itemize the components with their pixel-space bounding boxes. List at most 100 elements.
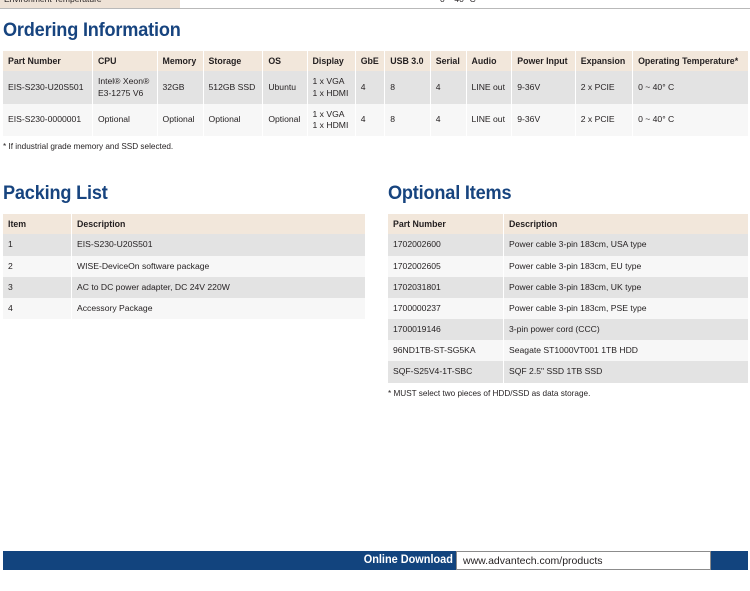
col-serial: Serial — [430, 51, 467, 72]
cell-audio: LINE out — [466, 71, 513, 104]
cell-memory: Optional — [157, 103, 204, 137]
cell-part-number: 1700019146 — [388, 319, 504, 341]
cell-cpu: Intel® Xeon® E3-1275 V6 — [92, 71, 158, 104]
cell-display: 1 x VGA 1 x HDMI — [307, 103, 356, 137]
cell-power-input: 9-36V — [511, 103, 576, 137]
cell-description: Power cable 3-pin 183cm, PSE type — [503, 297, 748, 320]
cell-usb3: 8 — [384, 71, 431, 104]
cell-storage: 512GB SSD — [203, 71, 264, 104]
cell-part-number: SQF-S25V4-1T-SBC — [388, 361, 504, 383]
optional-items-footnote: * MUST select two pieces of HDD/SSD as d… — [388, 388, 591, 398]
cell-description: Seagate ST1000VT001 1TB HDD — [503, 340, 748, 362]
col-display: Display — [307, 51, 356, 72]
cell-display: 1 x VGA 1 x HDMI — [307, 71, 356, 104]
packing-list-section: Packing List Item Description 1 EIS-S230… — [3, 182, 365, 320]
ordering-footnote: * If industrial grade memory and SSD sel… — [3, 142, 174, 152]
cell-description: EIS-S230-U20S501 — [71, 234, 365, 256]
col-operating-temperature: Operating Temperature* — [632, 51, 748, 72]
packing-list-title: Packing List — [3, 182, 108, 204]
cell-description: SQF 2.5" SSD 1TB SSD — [503, 361, 748, 383]
cell-expansion: 2 x PCIE — [575, 71, 634, 104]
table-row: EIS-S230-0000001 Optional Optional Optio… — [3, 103, 748, 137]
cell-gbe: 4 — [355, 71, 386, 104]
table-row: 1702031801 Power cable 3-pin 183cm, UK t… — [388, 276, 748, 298]
col-gbe: GbE — [355, 51, 386, 72]
cell-part-number: EIS-S230-U20S501 — [3, 71, 93, 104]
online-download-url[interactable]: www.advantech.com/products — [457, 552, 710, 567]
cell-display-line1: 1 x VGA — [312, 108, 345, 119]
col-expansion: Expansion — [575, 51, 634, 72]
col-description: Description — [71, 214, 365, 235]
col-item: Item — [3, 214, 72, 235]
cell-display-line1: 1 x VGA — [312, 76, 345, 87]
cell-item: 1 — [3, 234, 72, 256]
cell-description: Power cable 3-pin 183cm, USA type — [503, 234, 748, 256]
table-header-row: Part Number Description — [388, 214, 748, 235]
table-header-row: Item Description — [3, 214, 365, 235]
cell-cpu-line1: Intel® Xeon® — [97, 76, 150, 87]
cell-operating-temperature: 0 ~ 40° C — [632, 103, 748, 137]
footer-bar: Online Download www.advantech.com/produc… — [3, 551, 748, 570]
col-part-number: Part Number — [3, 51, 93, 72]
cell-expansion: 2 x PCIE — [575, 103, 634, 137]
cell-serial: 4 — [430, 71, 467, 104]
cell-os: Ubuntu — [262, 71, 308, 104]
table-row: 1702002605 Power cable 3-pin 183cm, EU t… — [388, 255, 748, 277]
cell-memory: 32GB — [157, 71, 204, 104]
cell-item: 2 — [3, 255, 72, 277]
col-description: Description — [503, 214, 748, 235]
cell-item: 4 — [3, 297, 72, 320]
ordering-information-section: Ordering Information Part Number CPU Mem… — [3, 19, 748, 151]
col-storage: Storage — [203, 51, 264, 72]
table-row: 3 AC to DC power adapter, DC 24V 220W — [3, 276, 365, 298]
cell-storage: Optional — [203, 103, 264, 137]
col-cpu: CPU — [92, 51, 158, 72]
cell-part-number: 1702031801 — [388, 276, 504, 298]
cell-description: WISE-DeviceOn software package — [71, 255, 365, 277]
cell-part-number: 1700000237 — [388, 297, 504, 320]
table-row: 1 EIS-S230-U20S501 — [3, 234, 365, 256]
optional-items-title: Optional Items — [388, 182, 512, 204]
cell-os: Optional — [262, 103, 308, 137]
cell-description: 3-pin power cord (CCC) — [503, 319, 748, 341]
cell-part-number: 1702002600 — [388, 234, 504, 256]
online-download-url-box[interactable]: www.advantech.com/products — [456, 551, 711, 570]
table-header-row: Part Number CPU Memory Storage OS Displa… — [3, 51, 748, 72]
cell-description: Accessory Package — [71, 297, 365, 320]
spec-row-divider — [0, 8, 750, 9]
table-row: 1700000237 Power cable 3-pin 183cm, PSE … — [388, 297, 748, 320]
cell-part-number: 96ND1TB-ST-SG5KA — [388, 340, 504, 362]
col-part-number: Part Number — [388, 214, 504, 235]
cell-audio: LINE out — [466, 103, 513, 137]
cell-description: Power cable 3-pin 183cm, EU type — [503, 255, 748, 277]
table-row: EIS-S230-U20S501 Intel® Xeon® E3-1275 V6… — [3, 71, 748, 104]
cell-display-line2: 1 x HDMI — [312, 119, 349, 130]
packing-list-table: Item Description 1 EIS-S230-U20S501 2 WI… — [3, 214, 365, 320]
ordering-information-title: Ordering Information — [3, 19, 181, 41]
table-row: 2 WISE-DeviceOn software package — [3, 255, 365, 277]
online-download-label: Online Download — [363, 554, 453, 566]
table-row: 1702002600 Power cable 3-pin 183cm, USA … — [388, 234, 748, 256]
table-row: 1700019146 3-pin power cord (CCC) — [388, 319, 748, 341]
col-power-input: Power Input — [511, 51, 576, 72]
col-memory: Memory — [157, 51, 204, 72]
cell-item: 3 — [3, 276, 72, 298]
cell-usb3: 8 — [384, 103, 431, 137]
cell-operating-temperature: 0 ~ 40° C — [632, 71, 748, 104]
cell-serial: 4 — [430, 103, 467, 137]
table-row: 4 Accessory Package — [3, 297, 365, 320]
optional-items-table: Part Number Description 1702002600 Power… — [388, 214, 748, 383]
cell-display-line2: 1 x HDMI — [312, 87, 349, 98]
cell-description: Power cable 3-pin 183cm, UK type — [503, 276, 748, 298]
cell-power-input: 9-36V — [511, 71, 576, 104]
col-usb3: USB 3.0 — [384, 51, 431, 72]
cell-part-number: 1702002605 — [388, 255, 504, 277]
cell-cpu: Optional — [92, 103, 158, 137]
col-audio: Audio — [466, 51, 513, 72]
cell-cpu-line2: E3-1275 V6 — [97, 87, 144, 98]
table-row: SQF-S25V4-1T-SBC SQF 2.5" SSD 1TB SSD — [388, 361, 748, 383]
optional-items-section: Optional Items Part Number Description 1… — [388, 182, 748, 398]
ordering-information-table: Part Number CPU Memory Storage OS Displa… — [3, 51, 748, 137]
cell-gbe: 4 — [355, 103, 386, 137]
cell-description: AC to DC power adapter, DC 24V 220W — [71, 276, 365, 298]
